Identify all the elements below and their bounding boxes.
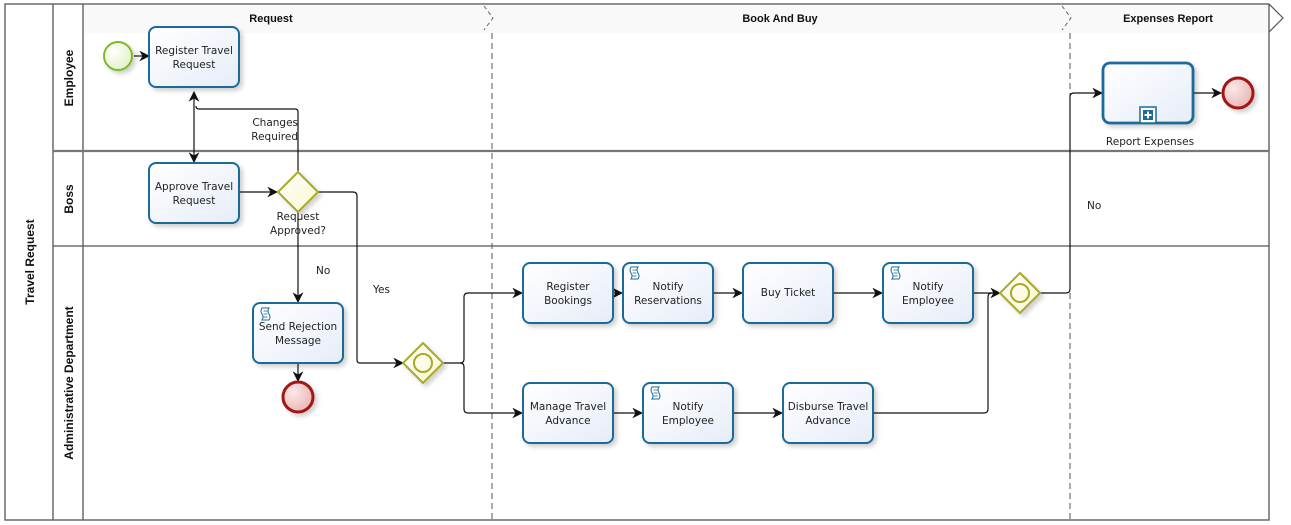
task-label: Request (173, 195, 216, 207)
bpmn-diagram: Travel Request Request Book And Buy Expe… (4, 3, 1284, 521)
start-event[interactable] (103, 41, 133, 71)
flow-label-no-expenses: No (1087, 200, 1101, 212)
task-label: Register (546, 281, 590, 293)
task-approve-travel-request[interactable]: Approve Travel Request (148, 162, 240, 224)
task-label: Employee (902, 295, 954, 307)
script-icon (890, 266, 901, 280)
flow-label-changes-required-2: Required (251, 131, 298, 143)
end-event-rejected[interactable] (281, 380, 315, 414)
script-icon (629, 266, 640, 280)
task-register-travel-request[interactable]: Register Travel Request (148, 26, 240, 88)
flow-label-changes-required-1: Changes (252, 117, 298, 129)
end-event-complete[interactable] (1221, 76, 1255, 110)
task-notify-reservations[interactable]: Notify Reservations (622, 262, 714, 324)
task-label: Notify (652, 281, 683, 293)
milestone-expenses-report: Expenses Report (1123, 13, 1213, 25)
expand-plus-icon[interactable] (1139, 106, 1157, 124)
task-label: Notify (912, 281, 943, 293)
task-label: Disburse Travel (788, 401, 869, 413)
gateway-label: Request (277, 211, 320, 223)
subprocess-label: Report Expenses (1106, 136, 1194, 148)
lane-administrative-department: Administrative Department (62, 306, 76, 459)
subprocess-report-expenses[interactable]: Report Expenses (1101, 61, 1195, 148)
flow-label-yes: Yes (372, 284, 390, 296)
task-label: Advance (545, 415, 590, 427)
task-manage-travel-advance[interactable]: Manage Travel Advance (522, 382, 614, 444)
task-notify-employee-1[interactable]: Notify Employee (882, 262, 974, 324)
script-icon (260, 307, 271, 321)
task-label: Reservations (634, 295, 702, 307)
flow-label-no: No (316, 265, 330, 277)
task-label: Request (173, 59, 216, 71)
task-notify-employee-2[interactable]: Notify Employee (642, 382, 734, 444)
task-register-bookings[interactable]: Register Bookings (522, 262, 614, 324)
task-label: Bookings (544, 295, 592, 307)
task-buy-ticket[interactable]: Buy Ticket (742, 262, 834, 324)
pool-title: Travel Request (23, 219, 37, 304)
lane-employee: Employee (62, 49, 76, 106)
task-label: Register Travel (155, 45, 233, 57)
task-label: Message (275, 335, 321, 347)
task-disburse-travel-advance[interactable]: Disburse Travel Advance (782, 382, 874, 444)
milestone-request: Request (249, 13, 293, 25)
task-label: Buy Ticket (761, 287, 815, 299)
task-label: Send Rejection (259, 321, 337, 333)
lane-boss: Boss (62, 184, 76, 214)
task-send-rejection-message[interactable]: Send Rejection Message (252, 302, 344, 364)
script-icon (650, 386, 661, 400)
milestone-book-and-buy: Book And Buy (742, 13, 818, 25)
task-label: Approve Travel (155, 181, 233, 193)
gateway-label: Approved? (270, 225, 326, 237)
task-label: Advance (805, 415, 850, 427)
task-label: Notify (672, 401, 703, 413)
task-label: Employee (662, 415, 714, 427)
task-label: Manage Travel (530, 401, 606, 413)
